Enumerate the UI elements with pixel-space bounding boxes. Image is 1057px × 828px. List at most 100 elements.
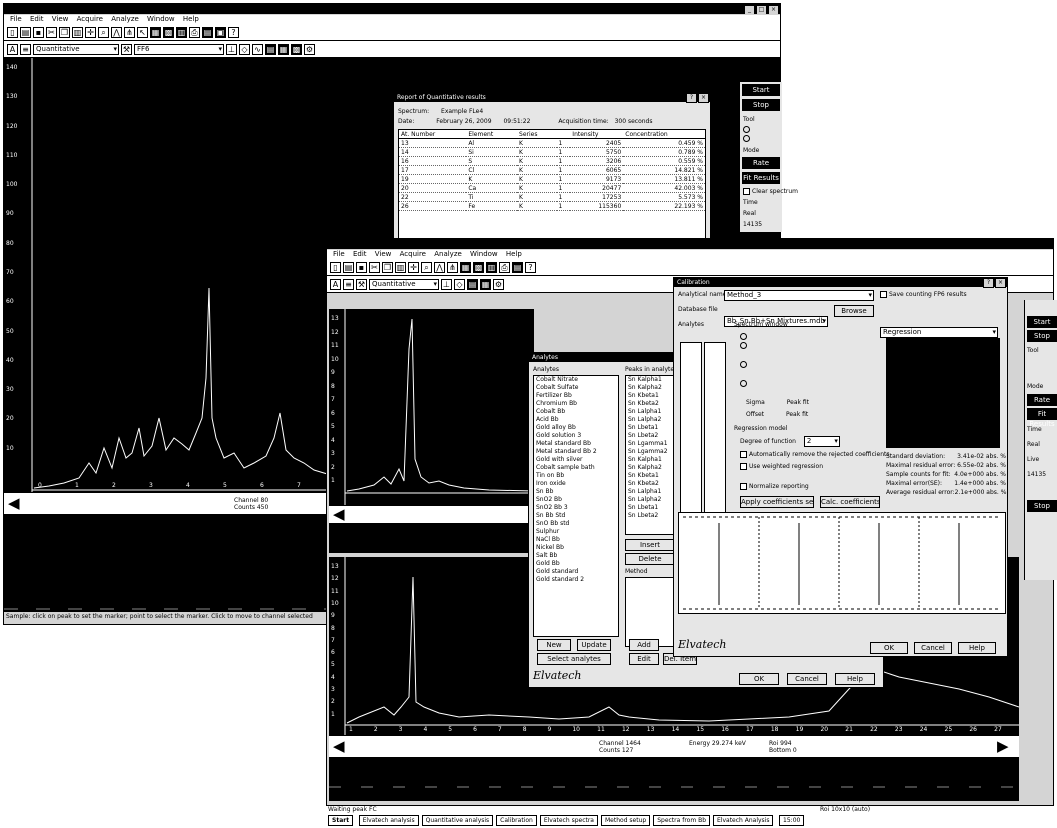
ok-button[interactable]: OK [870, 642, 908, 654]
element-icon[interactable]: A [330, 278, 341, 290]
list-item[interactable]: Sn Lbeta1 [626, 424, 674, 432]
list-item[interactable]: Chromium Bb [534, 400, 618, 408]
copy-icon[interactable]: ❐ [59, 26, 70, 38]
list-item[interactable]: Sn Kalpha2 [626, 464, 674, 472]
list-item[interactable]: Sn Bb [534, 488, 618, 496]
table-icon[interactable]: ▤ [467, 278, 478, 290]
menu-acquire[interactable]: Acquire [400, 250, 426, 258]
settings-icon[interactable]: ⚙ [304, 43, 315, 55]
table-row[interactable]: 14 Si K 1 5750 0.789 % [399, 147, 705, 157]
stop-button[interactable]: Stop [1027, 330, 1057, 342]
copy-icon[interactable]: ❐ [382, 261, 393, 273]
left-arrow-icon[interactable]: ◀ [333, 507, 345, 522]
list-item[interactable]: Salt Bb [534, 552, 618, 560]
new-file-icon[interactable]: ▯ [7, 26, 18, 38]
zoom-icon[interactable]: ⌕ [98, 26, 109, 38]
sw-radio-2[interactable] [740, 342, 747, 349]
help-icon[interactable]: ? [525, 261, 536, 273]
list-item[interactable]: Cobalt Sulfate [534, 384, 618, 392]
close-icon[interactable]: × [768, 5, 779, 14]
regression-combo[interactable]: Regression [880, 327, 998, 338]
close-icon[interactable]: × [995, 278, 1006, 288]
open-file-icon[interactable]: ▤ [20, 26, 31, 38]
mode-combo[interactable]: Quantitative [33, 43, 119, 55]
taskbar-item[interactable]: Calibration [496, 815, 537, 826]
new-button[interactable]: New [537, 639, 571, 651]
list-item[interactable]: Tin on Bb [534, 472, 618, 480]
start-button[interactable]: Start [742, 84, 780, 96]
marker-icon[interactable]: ⋔ [124, 26, 135, 38]
new-file-icon[interactable]: ▯ [330, 261, 341, 273]
list-item[interactable]: Acid Bb [534, 416, 618, 424]
help-button[interactable]: Help [958, 642, 996, 654]
fit-icon[interactable]: ▦ [278, 43, 289, 55]
degree-combo[interactable]: 2 [803, 436, 840, 447]
peak-icon[interactable]: ⋀ [111, 26, 122, 38]
list-item[interactable]: Cobalt sample bath [534, 464, 618, 472]
analytes-listbox[interactable]: Cobalt Nitrate Cobalt Sulfate Fertilizer B… [533, 375, 619, 637]
list-item[interactable]: Sn Kbeta1 [626, 392, 674, 400]
front-upper-plot[interactable]: 13 12 11 10 9 8 7 6 5 4 3 2 1 [329, 309, 534, 505]
start-button[interactable]: Start [1027, 316, 1057, 328]
col-intensity[interactable]: Intensity [570, 130, 624, 139]
minimize-icon[interactable]: _ [744, 5, 755, 14]
tool-radio-2[interactable] [743, 135, 750, 142]
list-item[interactable]: Sn Kbeta2 [626, 480, 674, 488]
list-item[interactable]: Iron oxide [534, 480, 618, 488]
peak-icon[interactable]: ⋀ [434, 261, 445, 273]
list-item[interactable]: Sn Lbeta2 [626, 432, 674, 440]
stop-button-2[interactable]: Stop [1027, 500, 1057, 512]
list-item[interactable]: Fertilizer Bb [534, 392, 618, 400]
settings-icon[interactable]: ⚙ [493, 278, 504, 290]
col-series[interactable]: Series [517, 130, 557, 139]
print-icon[interactable]: ⎙ [499, 261, 510, 273]
arrow-icon[interactable]: ↖ [137, 26, 148, 38]
quant-results-table[interactable]: At. Number Element Series Intensity Conc… [398, 129, 706, 239]
shape-icon[interactable]: ◇ [454, 278, 465, 290]
maximize-icon[interactable]: □ [756, 5, 767, 14]
list-item[interactable]: Metal standard Bb [534, 440, 618, 448]
crosshair-icon[interactable]: ✛ [85, 26, 96, 38]
menu-help[interactable]: Help [183, 15, 199, 23]
taskbar-item[interactable]: Elvatech analysis [358, 815, 419, 826]
add-button[interactable]: Add [629, 639, 659, 651]
list-item[interactable]: Gold with silver [534, 456, 618, 464]
menu-help[interactable]: Help [506, 250, 522, 258]
browse-button[interactable]: Browse [834, 305, 874, 317]
marker-icon[interactable]: ⋔ [447, 261, 458, 273]
list-item[interactable]: Sn Lbeta2 [626, 512, 674, 520]
report-icon[interactable]: ▤ [512, 261, 523, 273]
rate-button[interactable]: Rate [742, 157, 780, 169]
bars-icon[interactable]: ▥ [176, 26, 187, 38]
col-concentration[interactable]: Concentration [623, 130, 705, 139]
curve-icon[interactable]: ∿ [252, 43, 263, 55]
method-listbox[interactable] [625, 577, 675, 647]
menu-window[interactable]: Window [470, 250, 498, 258]
list-item[interactable]: Sn Kbeta1 [626, 472, 674, 480]
edit-button[interactable]: Edit [629, 653, 659, 665]
list-item[interactable]: Metal standard Bb 2 [534, 448, 618, 456]
ok-button[interactable]: OK [739, 673, 779, 685]
paste-icon[interactable]: ▥ [395, 261, 406, 273]
list-item[interactable]: Sn Lgamma1 [626, 440, 674, 448]
menu-file[interactable]: File [10, 15, 22, 23]
spectrum-icon[interactable]: ▩ [163, 26, 174, 38]
list-item[interactable]: Sn Kbeta2 [626, 400, 674, 408]
left-arrow-icon[interactable]: ◀ [333, 739, 345, 754]
fit-results-button[interactable]: Fit Results [742, 172, 780, 184]
fit-results-button[interactable]: Fit Results [1027, 408, 1057, 428]
auto-remove-check[interactable]: Automatically remove the rejected coeffi… [740, 450, 890, 459]
list-item[interactable]: Sn Kalpha2 [626, 384, 674, 392]
list-item[interactable]: Sn Lalpha2 [626, 416, 674, 424]
tool-radio-1[interactable] [743, 126, 750, 133]
col-blank[interactable] [556, 130, 571, 139]
shape-icon[interactable]: ◇ [239, 43, 250, 55]
table-row[interactable]: 19 K K 1 9173 13.811 % [399, 174, 705, 184]
help-icon[interactable]: ? [686, 93, 697, 103]
menu-analyze[interactable]: Analyze [111, 15, 139, 23]
weighted-check[interactable]: Use weighted regression [740, 462, 823, 471]
list-item[interactable]: Sn Kalpha1 [626, 376, 674, 384]
calib-graph-panel[interactable] [678, 512, 1006, 614]
filter-combo[interactable]: FF6 [134, 43, 224, 55]
list-item[interactable]: SnO2 Bb [534, 496, 618, 504]
